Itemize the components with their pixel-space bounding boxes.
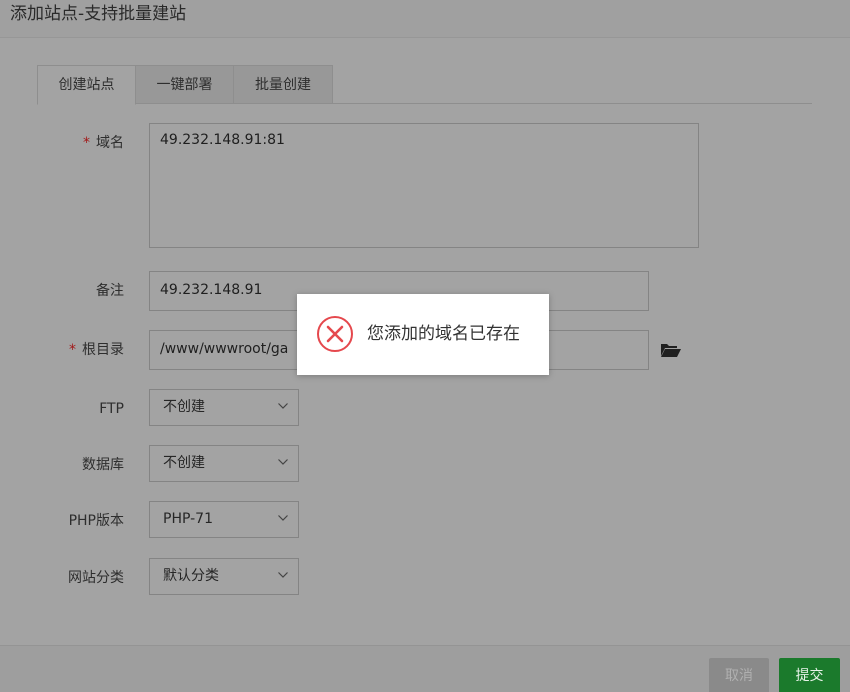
- toast-message: 您添加的域名已存在: [367, 324, 520, 344]
- tab-bar: 创建站点 一键部署 批量创建: [37, 65, 812, 105]
- database-select[interactable]: 不创建: [149, 445, 299, 482]
- chevron-down-icon: [278, 572, 288, 578]
- error-toast: 您添加的域名已存在: [297, 294, 549, 375]
- chevron-down-icon: [278, 515, 288, 521]
- ftp-select[interactable]: 不创建: [149, 389, 299, 426]
- remark-label: 备注: [96, 283, 124, 299]
- tab-batch-create[interactable]: 批量创建: [233, 65, 333, 104]
- site-category-select[interactable]: 默认分类: [149, 558, 299, 595]
- tab-one-click-deploy[interactable]: 一键部署: [135, 65, 234, 104]
- root-dir-label: * 根目录: [69, 342, 124, 358]
- required-mark: *: [69, 342, 76, 358]
- ftp-label: FTP: [99, 401, 124, 417]
- dialog-title: 添加站点-支持批量建站: [0, 0, 850, 38]
- folder-open-icon[interactable]: [660, 342, 682, 358]
- domain-label: * 域名: [83, 135, 124, 151]
- chevron-down-icon: [278, 403, 288, 409]
- domain-textarea[interactable]: 49.232.148.91:81: [149, 123, 699, 248]
- site-category-label: 网站分类: [68, 570, 124, 586]
- error-circle-icon: [317, 316, 353, 352]
- chevron-down-icon: [278, 459, 288, 465]
- add-site-dialog: 添加站点-支持批量建站 创建站点 一键部署 批量创建 * 域名 49.232.14…: [0, 0, 850, 692]
- php-version-label: PHP版本: [68, 513, 124, 529]
- tab-create-site[interactable]: 创建站点: [37, 65, 136, 105]
- php-version-select[interactable]: PHP-71: [149, 501, 299, 538]
- required-mark: *: [83, 135, 90, 151]
- cancel-button[interactable]: 取消: [709, 658, 769, 692]
- submit-button[interactable]: 提交: [779, 658, 840, 692]
- database-label: 数据库: [82, 457, 124, 473]
